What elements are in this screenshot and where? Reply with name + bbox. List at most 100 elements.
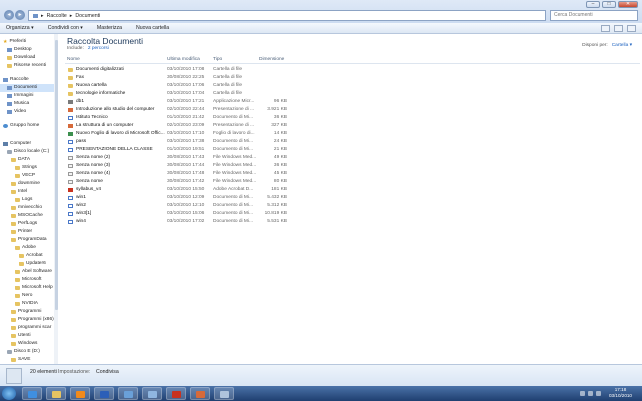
taskbar-app-icon[interactable] (118, 387, 138, 400)
breadcrumb-raccolte[interactable]: Raccolte (47, 13, 67, 19)
file-row[interactable]: Senza nome (4) 30/08/2010 17:48 File Windo… (65, 170, 640, 178)
file-row[interactable]: Senza nome (3) 30/08/2010 17:44 File Windo… (65, 162, 640, 170)
taskbar-explorer-icon[interactable] (46, 387, 66, 400)
file-row[interactable]: Nuova cartella 03/10/2010 17:06 Cartella d… (65, 82, 640, 90)
sidebar-item[interactable]: mnivecchio (0, 204, 54, 212)
sidebar-item[interactable]: Utenti (0, 332, 54, 340)
taskbar-app2-icon[interactable] (142, 387, 162, 400)
search-input[interactable]: Cerca Documenti (550, 10, 638, 21)
file-row[interactable]: win4 03/10/2010 17:02 Documento di Mi... 5.… (65, 218, 640, 226)
file-row[interactable]: tecnologie informatiche 03/10/2010 17:04 C… (65, 90, 640, 98)
address-bar[interactable]: ▸ Raccolte ▸ Documenti (28, 10, 546, 21)
sidebar-item[interactable]: MSOCache (0, 212, 54, 220)
file-row[interactable]: Senza nome (2) 30/08/2010 17:43 File Windo… (65, 154, 640, 162)
file-name: Senza nome (2) (76, 155, 111, 160)
file-row[interactable]: Nuovo Foglio di lavoro di Microsoft Offi… (65, 130, 640, 138)
sidebar-item[interactable]: Gruppo home (0, 122, 54, 130)
file-row[interactable]: La struttura di un computer 02/10/2010 23… (65, 122, 640, 130)
sidebar-item[interactable]: Computer (0, 140, 54, 148)
volume-icon[interactable] (588, 391, 593, 396)
taskbar-ppt-icon[interactable] (190, 387, 210, 400)
file-row[interactable]: PRESENTAZIONE DELLA CLASSE 01/10/2010 19:… (65, 146, 640, 154)
sidebar-item[interactable]: PerfLogs (0, 220, 54, 228)
start-button[interactable] (2, 387, 16, 400)
folder-icon (15, 198, 20, 202)
file-row[interactable]: win3[1] 03/10/2010 15:06 Documento di Mi..… (65, 210, 640, 218)
column-header-size[interactable]: Dimensione (259, 57, 284, 62)
share-with-button[interactable]: Condividi con ▾ (48, 25, 83, 31)
file-row[interactable]: db1 03/10/2010 17:21 Applicazione Micr... 9… (65, 98, 640, 106)
sidebar-item[interactable]: Windows (0, 340, 54, 348)
sidebar-item[interactable]: Intel (0, 188, 54, 196)
sidebar-item[interactable]: Printer (0, 228, 54, 236)
sidebar-item[interactable]: NVIDIA (0, 300, 54, 308)
sidebar-item[interactable]: Musica (0, 100, 54, 108)
sidebar-item[interactable]: Documenti (0, 84, 54, 92)
file-row[interactable]: Istituto Tecnico 01/10/2010 21:42 Document… (65, 114, 640, 122)
view-options-icon[interactable] (601, 25, 610, 32)
sidebar-item[interactable]: Adobe (0, 244, 54, 252)
sidebar-item[interactable]: Download (0, 54, 54, 62)
sidebar-item[interactable]: Disco E (D:) (0, 348, 54, 356)
forward-button[interactable]: ▸ (15, 10, 25, 20)
sidebar-item[interactable]: Desktop (0, 46, 54, 54)
column-header-date[interactable]: Ultima modifica (167, 57, 200, 62)
taskbar-ie-icon[interactable] (22, 387, 42, 400)
file-row[interactable]: Introduzione allo studio del computer 02/… (65, 106, 640, 114)
maximize-button[interactable]: □ (602, 1, 616, 8)
flag-icon[interactable] (596, 391, 601, 396)
clock[interactable]: 17:18 03/10/2010 (609, 387, 632, 399)
file-row[interactable]: Senza nome 30/08/2010 17:42 File Windows M… (65, 178, 640, 186)
sidebar-item[interactable]: Risorse recenti (0, 62, 54, 70)
column-header-name[interactable]: Nome (67, 57, 80, 62)
sidebar-item[interactable]: Disco locale (C:) (0, 148, 54, 156)
taskbar-pdf-icon[interactable] (166, 387, 186, 400)
sidebar-item[interactable]: ★ Preferiti (0, 38, 54, 46)
navigation-scroll-thumb[interactable] (55, 40, 58, 310)
file-row[interactable]: pass 03/10/2010 17:38 Documento di Mi... 24… (65, 138, 640, 146)
sidebar-item[interactable]: ProgramData (0, 236, 54, 244)
file-row[interactable]: win2 03/10/2010 12:10 Documento di Mi... 5.… (65, 202, 640, 210)
sidebar-item[interactable]: Nero (0, 292, 54, 300)
file-name: PRESENTAZIONE DELLA CLASSE (76, 147, 153, 152)
sidebar-item[interactable]: Logs (0, 196, 54, 204)
minimize-button[interactable]: – (586, 1, 600, 8)
includes-link[interactable]: 2 percorsi (88, 46, 109, 51)
sidebar-item[interactable]: Video (0, 108, 54, 116)
file-date: 03/10/2010 17:04 (167, 91, 205, 96)
help-icon[interactable] (627, 25, 636, 32)
sidebar-item[interactable]: SAVE (0, 356, 54, 364)
file-row[interactable]: win1 03/10/2010 12:09 Documento di Mi... 5.… (65, 194, 640, 202)
burn-button[interactable]: Masterizza (97, 25, 122, 31)
file-row[interactable]: syllabus_v4 03/10/2010 15:50 Adobe Acrobat… (65, 186, 640, 194)
sidebar-item[interactable]: Abel Software (0, 268, 54, 276)
sidebar-item[interactable]: Programmi (0, 308, 54, 316)
new-folder-button[interactable]: Nuova cartella (136, 25, 169, 31)
sidebar-item[interactable]: Microsoft (0, 276, 54, 284)
file-row[interactable]: Documenti digitalizzati 03/10/2010 17:08 C… (65, 66, 640, 74)
sidebar-item[interactable]: Programmi (x86) (0, 316, 54, 324)
sidebar-item[interactable]: downmine (0, 180, 54, 188)
preview-pane-icon[interactable] (614, 25, 623, 32)
sidebar-item[interactable]: programmi scar (0, 324, 54, 332)
file-row[interactable]: Fax 30/08/2010 22:25 Cartella di file (65, 74, 640, 82)
breadcrumb-documenti[interactable]: Documenti (75, 13, 100, 19)
sidebar-item[interactable]: Updater6 (0, 260, 54, 268)
taskbar-window-icon[interactable] (214, 387, 234, 400)
sidebar-item[interactable]: VECP (0, 172, 54, 180)
sidebar-item[interactable]: Microsoft Help (0, 284, 54, 292)
arrange-dropdown[interactable]: Cartella ▾ (612, 43, 632, 48)
sidebar-item-label: Nero (22, 293, 33, 298)
column-header-type[interactable]: Tipo (213, 57, 222, 62)
back-button[interactable]: ◂ (4, 10, 14, 20)
sidebar-item[interactable]: Acrobat (0, 252, 54, 260)
close-button[interactable]: ✕ (618, 1, 638, 8)
sidebar-item[interactable]: DATA (0, 156, 54, 164)
sidebar-item[interactable]: Immagini (0, 92, 54, 100)
sidebar-item[interactable]: Strings (0, 164, 54, 172)
network-icon[interactable] (580, 391, 585, 396)
sidebar-item[interactable]: Raccolte (0, 76, 54, 84)
taskbar-word-icon[interactable] (94, 387, 114, 400)
taskbar-media-icon[interactable] (70, 387, 90, 400)
organize-button[interactable]: Organizza ▾ (6, 25, 34, 31)
